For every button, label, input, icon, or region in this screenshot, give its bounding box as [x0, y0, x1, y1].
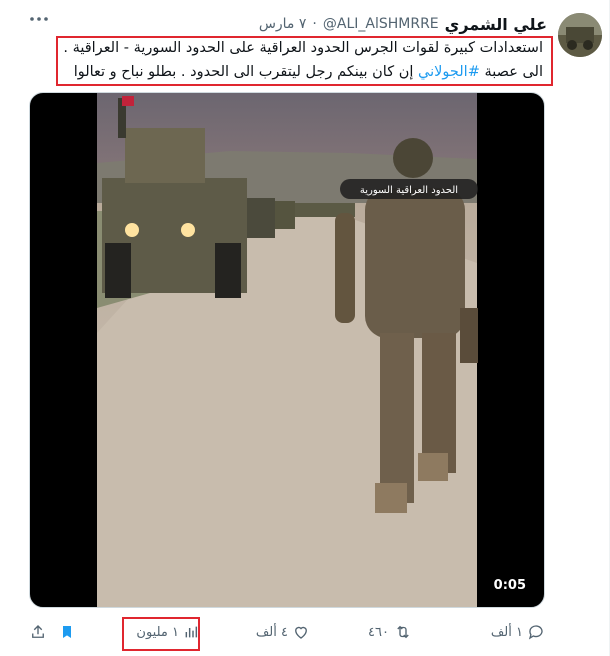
views-button[interactable]: ١ مليون — [136, 620, 199, 644]
views-count: ١ مليون — [136, 624, 179, 640]
video-caption: الحدود العراقية السورية — [360, 185, 458, 196]
tweet-card[interactable]: علي الشمري @ALI_AlSHMRRE · ٧ مارس استعدا… — [0, 0, 610, 656]
tweet-header: علي الشمري @ALI_AlSHMRRE · ٧ مارس — [40, 14, 547, 34]
like-count: ٤ ألف — [255, 624, 288, 640]
hashtag-link[interactable]: #الجولاني — [418, 64, 480, 80]
tweet-date[interactable]: ٧ مارس — [259, 16, 307, 32]
bookmark-button[interactable] — [59, 620, 75, 644]
tweet-text-line-2: الى عصبة #الجولاني إن كان بينكم رجل ليتق… — [57, 60, 543, 84]
tweet-text-prefix: الى عصبة — [479, 64, 543, 80]
repost-icon — [397, 625, 409, 639]
video-duration: 0:05 — [493, 578, 526, 593]
reply-count: ١ ألف — [490, 624, 523, 640]
tweet-text-suffix: إن كان بينكم رجل ليتقرب الى الحدود . بطل… — [73, 64, 419, 80]
views-icon — [185, 626, 198, 638]
tweet-text-line-1: استعدادات كبيرة لقوات الجرس الحدود العرا… — [63, 40, 543, 56]
more-icon[interactable] — [28, 10, 50, 28]
bookmark-icon — [63, 626, 71, 638]
video-frame: الحدود العراقية السورية — [97, 93, 478, 607]
share-icon — [32, 625, 44, 638]
user-handle[interactable]: @ALI_AlSHMRRE — [323, 16, 439, 32]
separator-dot: · — [312, 16, 317, 32]
share-button[interactable] — [29, 620, 47, 644]
like-button[interactable]: ٤ ألف — [256, 620, 310, 644]
tweet-text: استعدادات كبيرة لقوات الجرس الحدود العرا… — [57, 36, 551, 84]
repost-button[interactable]: ٤٦٠ — [368, 620, 413, 644]
avatar[interactable] — [558, 13, 602, 57]
reply-button[interactable]: ١ ألف — [491, 620, 545, 644]
repost-count: ٤٦٠ — [368, 624, 389, 640]
reply-icon — [528, 625, 543, 640]
action-bar: ١ ألف ٤٦٠ ٤ ألف ١ مليون — [29, 620, 545, 644]
display-name[interactable]: علي الشمري — [445, 15, 547, 34]
video-player[interactable]: الحدود العراقية السورية 0:05 — [29, 92, 545, 608]
like-icon — [295, 626, 307, 639]
